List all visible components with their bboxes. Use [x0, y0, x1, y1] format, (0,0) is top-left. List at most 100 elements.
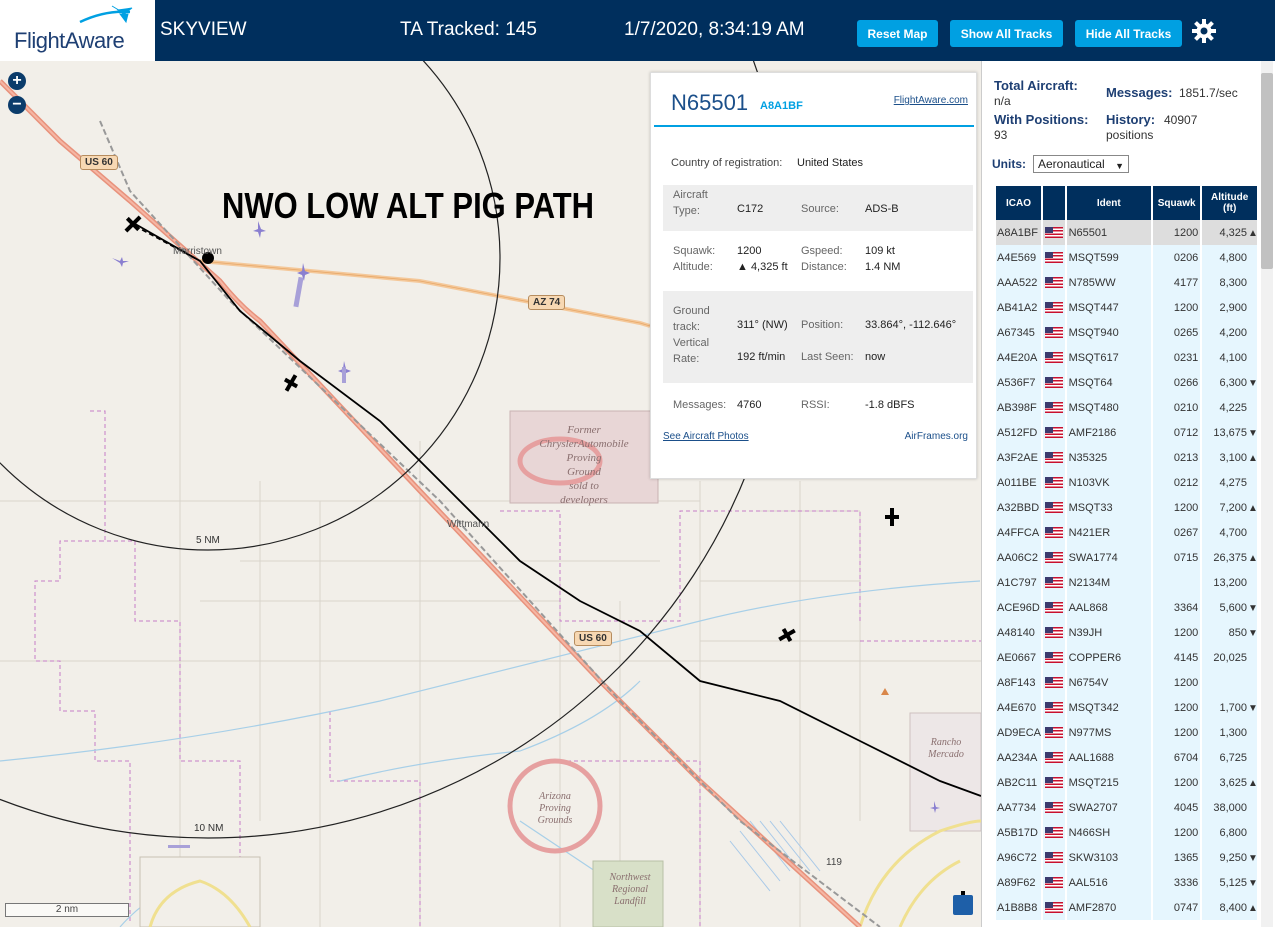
messages-rate-value: 1851.7/sec — [1179, 86, 1238, 100]
zoom-out-button[interactable]: − — [8, 96, 26, 114]
units-select[interactable]: Aeronautical — [1033, 155, 1129, 174]
us-flag-icon — [1044, 802, 1063, 814]
table-row[interactable]: ACE96D AAL868 3364 5,600▼ — [996, 595, 1257, 620]
table-row[interactable]: A1C797 N2134M 13,200 — [996, 570, 1257, 595]
table-row[interactable]: A67345 MSQT940 0265 4,200 — [996, 320, 1257, 345]
table-row[interactable]: A4E569 MSQT599 0206 4,800 — [996, 245, 1257, 270]
hide-all-tracks-button[interactable]: Hide All Tracks — [1075, 20, 1182, 47]
row-flag-cell — [1043, 845, 1065, 870]
row-altitude-cell: 6,800 — [1202, 820, 1257, 845]
table-row[interactable]: A536F7 MSQT64 0266 6,300▼ — [996, 370, 1257, 395]
row-icao: AAA522 — [996, 270, 1042, 295]
row-flag-cell — [1043, 220, 1065, 245]
row-flag-cell — [1043, 245, 1065, 270]
row-altitude: 6,800 — [1219, 826, 1247, 839]
us-flag-icon — [1044, 877, 1063, 889]
row-flag-cell — [1043, 295, 1065, 320]
table-row[interactable]: A3F2AE N35325 0213 3,100▲ — [996, 445, 1257, 470]
flightaware-logo[interactable]: FlightAware — [0, 0, 155, 61]
table-row[interactable]: A96C72 SKW3103 1365 9,250▼ — [996, 845, 1257, 870]
see-aircraft-photos-link[interactable]: See Aircraft Photos — [663, 431, 749, 442]
row-altitude-cell: 9,250▼ — [1202, 845, 1257, 870]
row-trend-icon: ▲ — [1248, 227, 1257, 239]
row-altitude-cell: 4,100 — [1202, 345, 1257, 370]
row-ident: MSQT940 — [1066, 320, 1151, 345]
row-altitude: 26,375 — [1213, 551, 1247, 564]
row-trend-icon: ▼ — [1248, 852, 1257, 864]
row-ident: SWA1774 — [1066, 545, 1151, 570]
row-ident: AMF2186 — [1066, 420, 1151, 445]
table-row[interactable]: A32BBD MSQT33 1200 7,200▲ — [996, 495, 1257, 520]
col-flag[interactable] — [1043, 186, 1065, 220]
col-icao[interactable]: ICAO — [996, 186, 1042, 220]
table-row[interactable]: AE0667 COPPER6 4145 20,025 — [996, 645, 1257, 670]
us-flag-icon — [1044, 827, 1063, 839]
table-row[interactable]: AB2C11 MSQT215 1200 3,625▲ — [996, 770, 1257, 795]
table-row[interactable]: AD9ECA N977MS 1200 1,300 — [996, 720, 1257, 745]
detail-messages-row: Messages: 4760 RSSI: -1.8 dBFS — [663, 397, 973, 417]
row-icao: A96C72 — [996, 845, 1042, 870]
row-squawk: 4177 — [1152, 270, 1201, 295]
gear-icon[interactable] — [1191, 18, 1217, 44]
table-row[interactable]: A4E20A MSQT617 0231 4,100 — [996, 345, 1257, 370]
row-icao: AA234A — [996, 745, 1042, 770]
table-row[interactable]: A89F62 AAL516 3336 5,125▼ — [996, 870, 1257, 895]
row-icao: A48140 — [996, 620, 1042, 645]
sidebar-scrollbar-thumb[interactable] — [1261, 73, 1273, 269]
col-ident[interactable]: Ident — [1066, 186, 1151, 220]
row-icao: A5B17D — [996, 820, 1042, 845]
row-squawk: 3364 — [1152, 595, 1201, 620]
source-value: ADS-B — [865, 203, 899, 215]
table-row[interactable]: AA06C2 SWA1774 0715 26,375▲ — [996, 545, 1257, 570]
row-flag-cell — [1043, 870, 1065, 895]
rssi-label: RSSI: — [801, 399, 830, 411]
row-squawk: 1200 — [1152, 720, 1201, 745]
col-squawk[interactable]: Squawk — [1152, 186, 1201, 220]
row-ident: SKW3103 — [1066, 845, 1151, 870]
col-altitude[interactable]: Altitude (ft) — [1202, 186, 1257, 220]
layer-toggle-icon[interactable] — [953, 895, 973, 915]
row-trend-icon: ▼ — [1248, 627, 1257, 639]
row-flag-cell — [1043, 420, 1065, 445]
row-icao: A8A1BF — [996, 220, 1042, 245]
us-flag-icon — [1044, 752, 1063, 764]
table-row[interactable]: A1B8B8 AMF2870 0747 8,400▲ — [996, 895, 1257, 920]
airframes-link[interactable]: AirFrames.org — [905, 431, 968, 442]
table-row[interactable]: AA234A AAL1688 6704 6,725 — [996, 745, 1257, 770]
table-row[interactable]: AB41A2 MSQT447 1200 2,900 — [996, 295, 1257, 320]
row-squawk: 1200 — [1152, 670, 1201, 695]
zoom-in-button[interactable]: + — [8, 72, 26, 90]
row-altitude: 4,100 — [1219, 351, 1247, 364]
row-altitude-cell: 20,025 — [1202, 645, 1257, 670]
aircraft-type-label: Aircraft Type: — [673, 189, 708, 217]
row-altitude: 8,300 — [1219, 276, 1247, 289]
table-row[interactable]: A8F143 N6754V 1200 — [996, 670, 1257, 695]
table-row[interactable]: AB398F MSQT480 0210 4,225 — [996, 395, 1257, 420]
row-altitude-cell: 13,200 — [1202, 570, 1257, 595]
table-row[interactable]: AA7734 SWA2707 4045 38,000 — [996, 795, 1257, 820]
row-altitude: 20,025 — [1213, 651, 1247, 664]
row-flag-cell — [1043, 345, 1065, 370]
table-row[interactable]: A8A1BF N65501 1200 4,325▲ — [996, 220, 1257, 245]
table-row[interactable]: A5B17D N466SH 1200 6,800 — [996, 820, 1257, 845]
row-altitude-cell: 4,225 — [1202, 395, 1257, 420]
map-view[interactable]: + − NWO LOW ALT PIG PATH US 60 US 60 AZ … — [0, 61, 981, 927]
show-all-tracks-button[interactable]: Show All Tracks — [950, 20, 1063, 47]
table-row[interactable]: A48140 N39JH 1200 850▼ — [996, 620, 1257, 645]
detail-squawk-row: Squawk: 1200 Gspeed: 109 kt Altitude: ▲ … — [663, 241, 973, 281]
row-flag-cell — [1043, 745, 1065, 770]
reset-map-button[interactable]: Reset Map — [857, 20, 938, 47]
table-row[interactable]: AAA522 N785WW 4177 8,300 — [996, 270, 1257, 295]
table-row[interactable]: A011BE N103VK 0212 4,275 — [996, 470, 1257, 495]
total-aircraft-label: Total Aircraft: — [994, 78, 1078, 93]
row-squawk: 0715 — [1152, 545, 1201, 570]
row-icao: A1C797 — [996, 570, 1042, 595]
row-altitude: 8,400 — [1219, 901, 1247, 914]
table-row[interactable]: A4E670 MSQT342 1200 1,700▼ — [996, 695, 1257, 720]
row-ident: N65501 — [1066, 220, 1151, 245]
flightaware-link[interactable]: FlightAware.com — [894, 95, 968, 106]
row-flag-cell — [1043, 495, 1065, 520]
altitude-label: Altitude: — [673, 261, 713, 273]
table-row[interactable]: A4FFCA N421ER 0267 4,700 — [996, 520, 1257, 545]
table-row[interactable]: A512FD AMF2186 0712 13,675▼ — [996, 420, 1257, 445]
